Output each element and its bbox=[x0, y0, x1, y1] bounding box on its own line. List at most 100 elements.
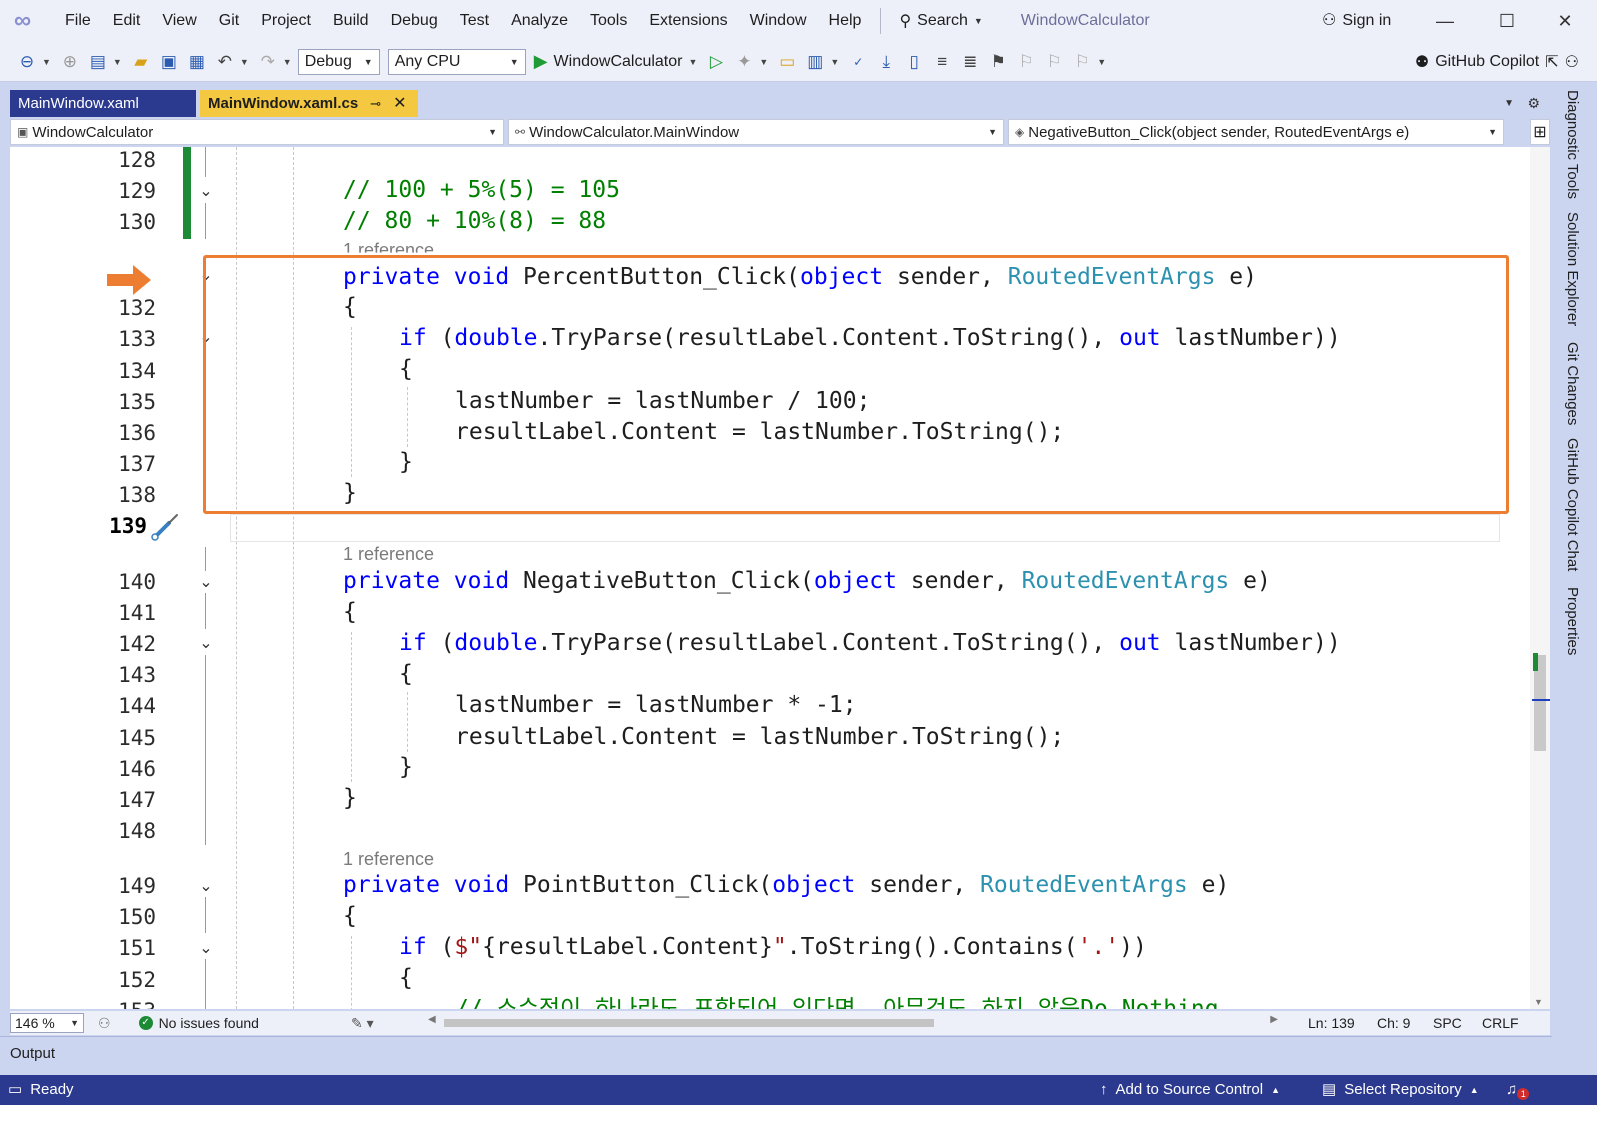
next-bookmark-icon[interactable]: ⚐ bbox=[1041, 49, 1067, 75]
collapse-chevron-icon[interactable]: ⌄ bbox=[197, 633, 215, 653]
clear-bookmarks-icon[interactable]: ⚐ bbox=[1069, 49, 1095, 75]
solution-platform-dropdown[interactable]: Any CPU ▼ bbox=[387, 48, 526, 75]
chevron-up-icon: ▲ bbox=[1469, 1085, 1479, 1095]
hot-reload-icon[interactable]: ✦ bbox=[731, 49, 757, 75]
select-repository-button[interactable]: ▤ Select Repository ▲ bbox=[1322, 1075, 1479, 1105]
whitespace-mode[interactable]: SPC bbox=[1433, 1011, 1462, 1035]
scrollbar-thumb[interactable] bbox=[444, 1019, 934, 1027]
code-cleanup-icon[interactable]: ✎ ▾ bbox=[351, 1015, 374, 1032]
comment-lines-icon[interactable]: ≡ bbox=[929, 49, 955, 75]
folder-icon[interactable]: ▭ bbox=[774, 49, 800, 75]
navigate-back-icon[interactable]: ⊖ bbox=[14, 49, 40, 75]
menu-git[interactable]: Git bbox=[208, 0, 250, 42]
vertical-scrollbar[interactable]: ▼ bbox=[1530, 147, 1550, 1009]
issues-status[interactable]: No issues found bbox=[159, 1015, 259, 1031]
side-tab-diagnostic-tools[interactable]: Diagnostic Tools bbox=[1564, 90, 1581, 199]
navigate-forward-icon[interactable]: ⊕ bbox=[57, 49, 83, 75]
side-tab-git-changes[interactable]: Git Changes bbox=[1564, 342, 1581, 425]
notifications-button[interactable]: ♫ 1 bbox=[1506, 1075, 1530, 1105]
undo-icon[interactable]: ↶ bbox=[212, 49, 238, 75]
menu-view[interactable]: View bbox=[151, 0, 207, 42]
menu-tools[interactable]: Tools bbox=[579, 0, 638, 42]
visual-studio-logo-icon: ∞ bbox=[14, 7, 32, 34]
split-editor-button[interactable]: ⊞ bbox=[1530, 119, 1550, 145]
code-lens-references[interactable]: 1 reference bbox=[343, 544, 434, 565]
member-dropdown[interactable]: ◈ NegativeButton_Click(object sender, Rou… bbox=[1008, 119, 1504, 145]
save-icon[interactable]: ▣ bbox=[156, 49, 182, 75]
uncomment-lines-icon[interactable]: ≣ bbox=[957, 49, 983, 75]
output-tab[interactable]: Output bbox=[10, 1045, 55, 1062]
collapse-chevron-icon[interactable]: ⌄ bbox=[197, 876, 215, 896]
redo-icon[interactable]: ↷ bbox=[255, 49, 281, 75]
chevron-down-icon[interactable]: ▼ bbox=[240, 57, 249, 67]
new-project-icon[interactable]: ▤ bbox=[85, 49, 111, 75]
line-position[interactable]: Ln: 139 bbox=[1308, 1011, 1355, 1035]
save-all-icon[interactable]: ▦ bbox=[184, 49, 210, 75]
menu-test[interactable]: Test bbox=[449, 0, 500, 42]
start-debugging-icon[interactable]: ▶ bbox=[534, 51, 548, 72]
type-dropdown[interactable]: ⚯ WindowCalculator.MainWindow ▼ bbox=[508, 119, 1004, 145]
compare-icon[interactable]: ▯ bbox=[901, 49, 927, 75]
scroll-left-icon[interactable]: ◀ bbox=[428, 1014, 436, 1025]
code-text: ( bbox=[426, 934, 455, 960]
pin-tab-icon[interactable]: ⊸ bbox=[370, 90, 381, 117]
copilot-status-icon[interactable]: ⚇ bbox=[98, 1015, 111, 1032]
tab-mainwindow-xaml[interactable]: MainWindow.xaml bbox=[10, 90, 196, 117]
scroll-down-icon[interactable]: ▼ bbox=[1534, 997, 1543, 1007]
collapse-chevron-icon[interactable]: ⌄ bbox=[197, 572, 215, 592]
horizontal-scrollbar[interactable]: ◀ ▶ bbox=[428, 1014, 1278, 1029]
quick-actions-icon[interactable] bbox=[149, 513, 181, 541]
side-tab-properties[interactable]: Properties bbox=[1564, 587, 1581, 655]
bookmark-icon[interactable]: ⚑ bbox=[985, 49, 1011, 75]
chevron-down-icon[interactable]: ▼ bbox=[830, 57, 839, 67]
open-file-icon[interactable]: ▰ bbox=[128, 49, 154, 75]
menu-edit[interactable]: Edit bbox=[102, 0, 152, 42]
menu-project[interactable]: Project bbox=[250, 0, 322, 42]
menu-debug[interactable]: Debug bbox=[380, 0, 449, 42]
menu-help[interactable]: Help bbox=[818, 0, 873, 42]
project-dropdown[interactable]: ▣ WindowCalculator ▼ bbox=[10, 119, 504, 145]
line-ending-mode[interactable]: CRLF bbox=[1482, 1011, 1519, 1035]
search-button[interactable]: ⚲ Search ▼ bbox=[889, 11, 992, 31]
menu-build[interactable]: Build bbox=[322, 0, 380, 42]
side-tab-solution-explorer[interactable]: Solution Explorer bbox=[1564, 212, 1581, 326]
menu-extensions[interactable]: Extensions bbox=[638, 0, 738, 42]
menu-file[interactable]: File bbox=[54, 0, 102, 42]
collapse-chevron-icon[interactable]: ⌄ bbox=[197, 181, 215, 201]
scroll-right-icon[interactable]: ▶ bbox=[1270, 1014, 1278, 1025]
feedback-icon[interactable]: ⚇ bbox=[1565, 52, 1579, 72]
code-lens-references[interactable]: 1 reference bbox=[343, 849, 434, 870]
menu-window[interactable]: Window bbox=[739, 0, 818, 42]
github-copilot-button[interactable]: ⚉ GitHub Copilot ⇱ ⚇ bbox=[1415, 42, 1579, 82]
maximize-button[interactable]: ☐ bbox=[1482, 0, 1532, 42]
chevron-down-icon[interactable]: ▼ bbox=[113, 57, 122, 67]
code-editor[interactable]: 128 129 130 132 133 134 135 136 137 138 … bbox=[10, 147, 1530, 1009]
start-without-debugging-icon[interactable]: ▷ bbox=[703, 49, 729, 75]
tab-mainwindow-xaml-cs[interactable]: MainWindow.xaml.cs ⊸ ✕ bbox=[200, 90, 418, 117]
side-tab-github-copilot-chat[interactable]: GitHub Copilot Chat bbox=[1564, 438, 1581, 571]
startup-project-button[interactable]: WindowCalculator bbox=[554, 53, 683, 71]
close-window-button[interactable]: ✕ bbox=[1540, 0, 1590, 42]
layout-icon[interactable]: ▥ bbox=[802, 49, 828, 75]
chevron-down-icon[interactable]: ▼ bbox=[759, 57, 768, 67]
add-to-source-control-button[interactable]: ↑ Add to Source Control ▲ bbox=[1100, 1075, 1280, 1105]
chevron-down-icon[interactable]: ▼ bbox=[42, 57, 51, 67]
solution-configuration-dropdown[interactable]: Debug ▼ bbox=[297, 48, 380, 75]
gear-icon[interactable]: ⚙ bbox=[1527, 90, 1540, 117]
chevron-down-icon[interactable]: ▼ bbox=[688, 57, 697, 67]
column-position[interactable]: Ch: 9 bbox=[1377, 1011, 1410, 1035]
spell-check-icon[interactable]: ✓ bbox=[845, 49, 871, 75]
step-icon[interactable]: ⤓ bbox=[873, 49, 899, 75]
tab-list-dropdown-icon[interactable]: ▼ bbox=[1504, 90, 1514, 117]
share-icon[interactable]: ⇱ bbox=[1545, 52, 1558, 72]
zoom-dropdown[interactable]: 146 % ▼ bbox=[10, 1013, 84, 1033]
collapse-chevron-icon[interactable]: ⌄ bbox=[197, 938, 215, 958]
minimize-button[interactable]: — bbox=[1420, 0, 1470, 42]
chevron-down-icon[interactable]: ▼ bbox=[283, 57, 292, 67]
editor-status-row: 146 % ▼ ⚇ ✓ No issues found ✎ ▾ ◀ ▶ Ln: … bbox=[10, 1011, 1550, 1035]
sign-in-button[interactable]: ⚇ Sign in bbox=[1322, 0, 1391, 42]
menu-analyze[interactable]: Analyze bbox=[500, 0, 579, 42]
close-tab-icon[interactable]: ✕ bbox=[393, 90, 406, 117]
chevron-down-icon[interactable]: ▼ bbox=[1097, 57, 1106, 67]
previous-bookmark-icon[interactable]: ⚐ bbox=[1013, 49, 1039, 75]
